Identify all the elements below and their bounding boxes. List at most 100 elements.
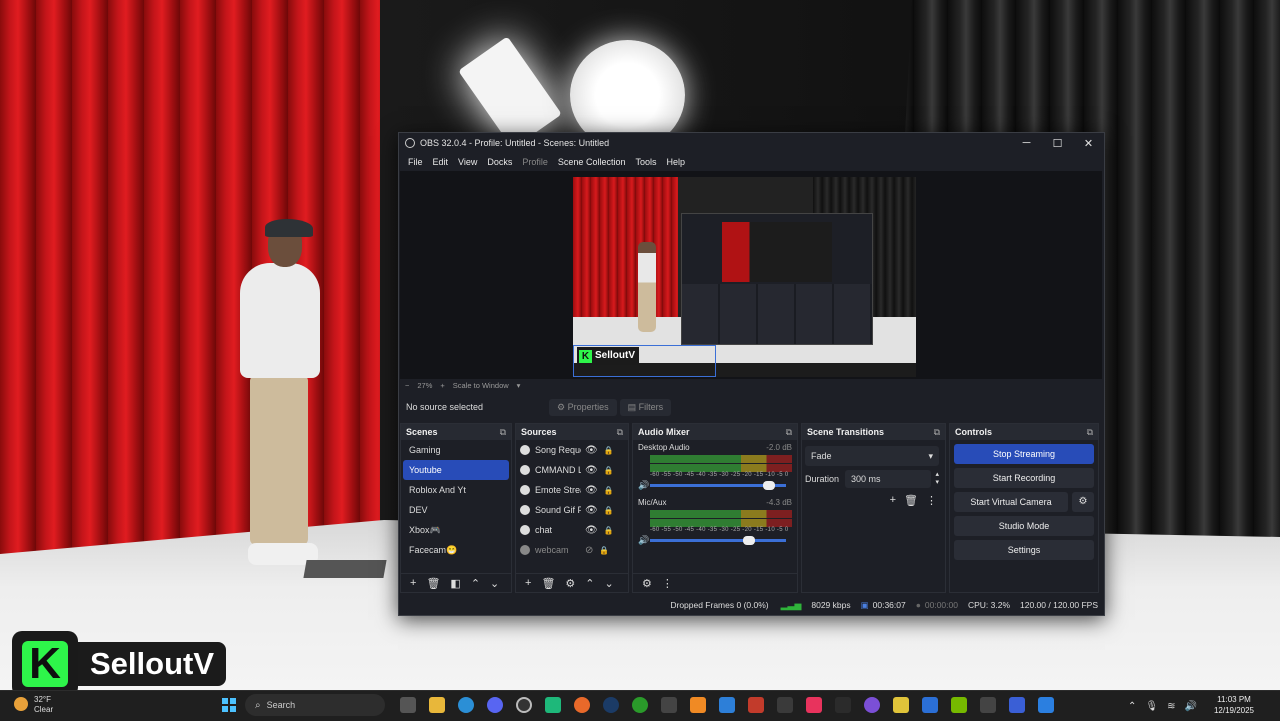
move-up-icon[interactable]: ⌃: [585, 577, 594, 590]
scene-item-dev[interactable]: DEV: [403, 500, 509, 520]
app-icon[interactable]: [661, 697, 677, 713]
app-icon[interactable]: [893, 697, 909, 713]
start-button[interactable]: [222, 698, 236, 712]
add-source-icon[interactable]: +: [525, 577, 531, 589]
volume-knob[interactable]: [763, 481, 776, 490]
eye-icon[interactable]: 👁: [585, 505, 598, 516]
scale-dropdown-icon[interactable]: ▾: [517, 381, 521, 390]
mixer-menu-icon[interactable]: ⋮: [662, 577, 673, 590]
source-settings-icon[interactable]: ⚙: [565, 577, 575, 590]
speaker-icon[interactable]: 🔊: [638, 535, 650, 546]
menu-profile[interactable]: Profile: [517, 157, 553, 167]
source-item[interactable]: CMMAND L 👁 🔒: [516, 460, 628, 480]
stop-streaming-button[interactable]: Stop Streaming: [954, 444, 1094, 464]
steam-icon[interactable]: [603, 697, 619, 713]
properties-button[interactable]: ⚙ Properties: [549, 398, 617, 416]
lock-icon[interactable]: 🔒: [604, 446, 614, 455]
app-icon[interactable]: [1009, 697, 1025, 713]
source-item[interactable]: webcam ⊘ 🔒: [516, 540, 628, 560]
close-button[interactable]: ✕: [1073, 137, 1104, 150]
studio-mode-button[interactable]: Studio Mode: [954, 516, 1094, 536]
source-item[interactable]: Emote Strea 👁 🔒: [516, 480, 628, 500]
settings-button[interactable]: Settings: [954, 540, 1094, 560]
app-icon[interactable]: [777, 697, 793, 713]
lock-icon[interactable]: 🔒: [599, 546, 609, 555]
task-view-icon[interactable]: [400, 697, 416, 713]
app-icon[interactable]: [922, 697, 938, 713]
lock-icon[interactable]: 🔒: [604, 486, 614, 495]
tiktok-icon[interactable]: [806, 697, 822, 713]
add-transition-icon[interactable]: +: [890, 494, 896, 507]
eye-icon[interactable]: 👁: [585, 485, 598, 496]
eye-hidden-icon[interactable]: ⊘: [585, 545, 593, 556]
title-bar[interactable]: OBS 32.0.4 - Profile: Untitled - Scenes:…: [399, 133, 1104, 153]
virtual-camera-settings-icon[interactable]: ⚙: [1072, 492, 1094, 512]
start-recording-button[interactable]: Start Recording: [954, 468, 1094, 488]
taskbar-search[interactable]: ⌕ Search: [245, 694, 385, 716]
scene-filters-icon[interactable]: ◧: [450, 577, 460, 590]
transition-menu-icon[interactable]: ⋮: [926, 494, 937, 507]
scene-item-roblox[interactable]: Roblox And Yt: [403, 480, 509, 500]
remove-transition-icon[interactable]: 🗑: [904, 494, 918, 507]
minimize-button[interactable]: ─: [1011, 137, 1042, 150]
move-up-icon[interactable]: ⌃: [471, 577, 480, 590]
transition-select[interactable]: Fade ▾: [805, 446, 939, 466]
volume-slider[interactable]: [650, 481, 786, 490]
undock-icon[interactable]: ⧉: [1087, 427, 1093, 438]
tray-chevron-icon[interactable]: ⌃: [1128, 701, 1136, 712]
start-virtual-camera-button[interactable]: Start Virtual Camera: [954, 492, 1068, 512]
undock-icon[interactable]: ⧉: [934, 427, 940, 438]
source-item[interactable]: Song Reque 👁 🔒: [516, 440, 628, 460]
undock-icon[interactable]: ⧉: [617, 427, 623, 438]
undock-icon[interactable]: ⧉: [500, 427, 506, 438]
clock[interactable]: 11:03 PM 12/19/2025: [1206, 694, 1262, 716]
remove-scene-icon[interactable]: 🗑: [426, 577, 440, 590]
preview-canvas[interactable]: K SelloutV: [573, 177, 916, 377]
source-item[interactable]: Sound Gif P 👁 🔒: [516, 500, 628, 520]
scene-item-facecam[interactable]: Facecam😁: [403, 540, 509, 560]
speaker-icon[interactable]: 🔊: [638, 480, 650, 491]
discord-icon[interactable]: [487, 697, 503, 713]
app-icon[interactable]: [748, 697, 764, 713]
filters-button[interactable]: ▤ Filters: [619, 398, 672, 416]
firefox-icon[interactable]: [574, 697, 590, 713]
obs-taskbar-icon[interactable]: [516, 697, 532, 713]
duration-stepper[interactable]: ▴ ▾: [935, 471, 939, 487]
app-store-icon[interactable]: [719, 697, 735, 713]
edge-icon[interactable]: [458, 697, 474, 713]
scene-item-gaming[interactable]: Gaming: [403, 440, 509, 460]
nvidia-icon[interactable]: [951, 697, 967, 713]
wifi-icon[interactable]: ≋: [1167, 701, 1175, 712]
weather-widget[interactable]: 32°F Clear: [14, 695, 53, 715]
undock-icon[interactable]: ⧉: [786, 427, 792, 438]
eye-icon[interactable]: 👁: [585, 445, 598, 456]
menu-help[interactable]: Help: [661, 157, 690, 167]
advanced-audio-icon[interactable]: ⚙: [642, 577, 652, 590]
menu-file[interactable]: File: [403, 157, 428, 167]
volume-knob[interactable]: [742, 536, 755, 545]
lock-icon[interactable]: 🔒: [604, 466, 614, 475]
xbox-icon[interactable]: [632, 697, 648, 713]
scene-item-youtube[interactable]: Youtube: [403, 460, 509, 480]
volume-icon[interactable]: 🔊: [1184, 701, 1196, 712]
menu-docks[interactable]: Docks: [482, 157, 517, 167]
app-icon[interactable]: [545, 697, 561, 713]
source-item[interactable]: chat 👁 🔒: [516, 520, 628, 540]
lock-icon[interactable]: 🔒: [604, 506, 614, 515]
app-icon[interactable]: [690, 697, 706, 713]
selection-box[interactable]: [573, 345, 716, 377]
terminal-icon[interactable]: [980, 697, 996, 713]
menu-edit[interactable]: Edit: [428, 157, 454, 167]
app-icon[interactable]: [1038, 697, 1054, 713]
zoom-in-button[interactable]: +: [440, 381, 444, 390]
volume-slider[interactable]: [650, 536, 786, 545]
scale-mode[interactable]: Scale to Window: [453, 381, 509, 390]
preview-area[interactable]: K SelloutV: [400, 171, 1102, 379]
zoom-out-button[interactable]: −: [405, 381, 409, 390]
move-down-icon[interactable]: ⌄: [490, 577, 499, 590]
eye-icon[interactable]: 👁: [585, 465, 598, 476]
microphone-icon[interactable]: 🎙: [1145, 701, 1158, 712]
epic-games-icon[interactable]: [835, 697, 851, 713]
app-icon[interactable]: [864, 697, 880, 713]
add-scene-icon[interactable]: +: [410, 577, 416, 589]
